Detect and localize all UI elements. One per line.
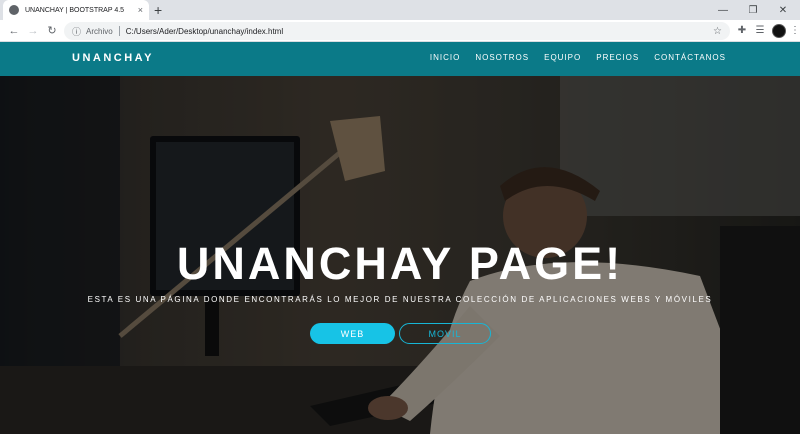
new-tab-button[interactable]: +: [154, 2, 162, 18]
nav-item-equipo[interactable]: EQUIPO: [544, 53, 581, 62]
site-navbar: UNANCHAY INICIO NOSOTROS EQUIPO PRECIOS …: [0, 42, 800, 76]
info-icon[interactable]: ⓘ: [72, 25, 81, 38]
web-button[interactable]: WEB: [310, 323, 395, 344]
hero-subtitle: ESTA ES UNA PÁGINA DONDE ENCONTRARÁS LO …: [87, 295, 713, 304]
profile-avatar[interactable]: [772, 24, 786, 38]
back-arrow-icon[interactable]: ←: [6, 23, 22, 39]
hero-section: UNANCHAY PAGE! ESTA ES UNA PÁGINA DONDE …: [0, 76, 800, 434]
minimize-button[interactable]: —: [710, 0, 736, 20]
extensions-icon[interactable]: ✚: [735, 24, 749, 38]
star-icon[interactable]: ☆: [713, 26, 722, 37]
forward-arrow-icon[interactable]: →: [25, 23, 41, 39]
reload-icon[interactable]: ↻: [44, 23, 60, 39]
nav-item-contactanos[interactable]: CONTÁCTANOS: [654, 53, 726, 62]
main-menu: INICIO NOSOTROS EQUIPO PRECIOS CONTÁCTAN…: [430, 53, 726, 62]
restore-button[interactable]: ❐: [740, 0, 766, 20]
origin-label: Archivo: [86, 26, 113, 36]
web-page: UNANCHAY INICIO NOSOTROS EQUIPO PRECIOS …: [0, 42, 800, 434]
movil-button[interactable]: MOVIL: [399, 323, 491, 344]
hero-title: UNANCHAY PAGE!: [176, 238, 624, 289]
window-close-button[interactable]: ✕: [770, 0, 796, 20]
browser-tab[interactable]: UNANCHAY | BOOTSTRAP 4.5 ×: [3, 0, 149, 20]
nav-item-precios[interactable]: PRECIOS: [596, 53, 639, 62]
url-text[interactable]: C:/Users/Ader/Desktop/unanchay/index.htm…: [126, 27, 283, 36]
browser-tabstrip: UNANCHAY | BOOTSTRAP 4.5 × + — ❐ ✕: [0, 0, 800, 20]
address-bar[interactable]: ⓘ Archivo C:/Users/Ader/Desktop/unanchay…: [64, 22, 730, 40]
nav-item-nosotros[interactable]: NOSOTROS: [475, 53, 529, 62]
browser-menu-icon[interactable]: ⋮: [788, 24, 800, 38]
browser-toolbar: ← → ↻ ⓘ Archivo C:/Users/Ader/Desktop/un…: [0, 20, 800, 42]
globe-icon: [9, 5, 19, 15]
reading-list-icon[interactable]: ☰: [753, 24, 767, 38]
brand-logo[interactable]: UNANCHAY: [72, 52, 154, 64]
omnibox-divider: [118, 26, 120, 36]
tab-title: UNANCHAY | BOOTSTRAP 4.5: [25, 6, 125, 14]
nav-item-inicio[interactable]: INICIO: [430, 53, 460, 62]
tab-close-icon[interactable]: ×: [138, 5, 143, 15]
